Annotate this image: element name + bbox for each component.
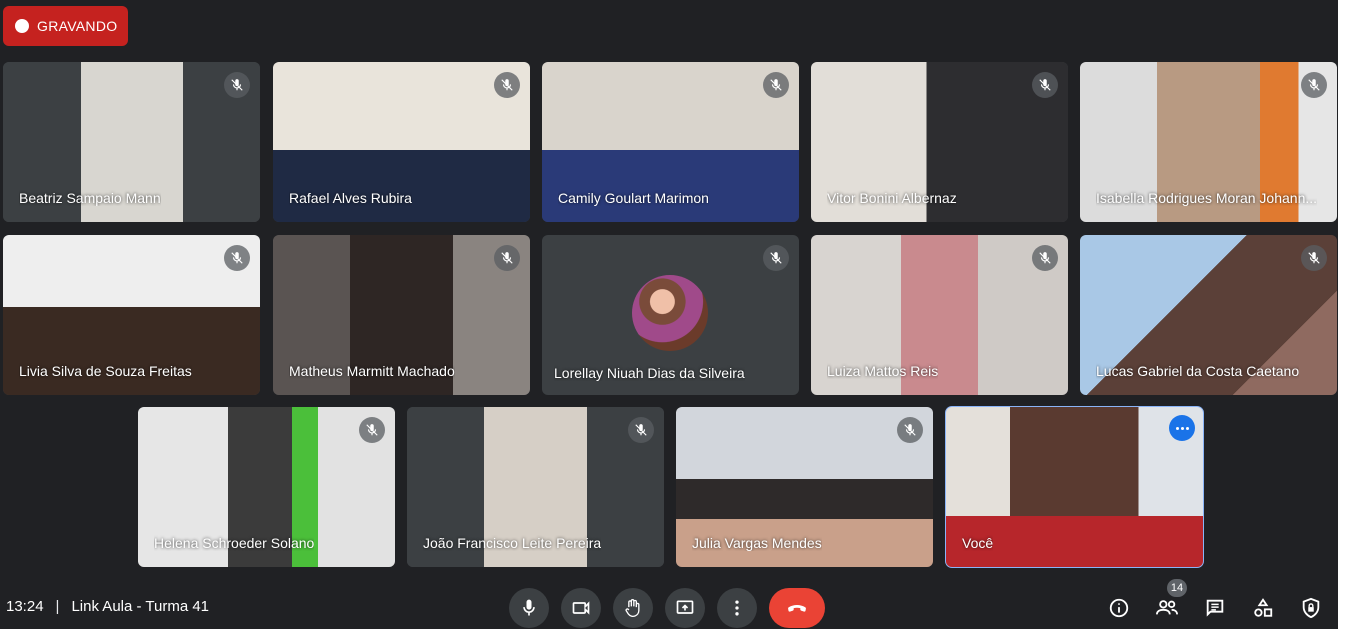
- more-vert-icon: [735, 600, 739, 616]
- chat-button[interactable]: [1201, 594, 1229, 622]
- mic-off-icon: [1032, 245, 1058, 271]
- participant-tile[interactable]: Beatriz Sampaio Mann: [3, 62, 260, 222]
- lock-icon: [1302, 597, 1320, 619]
- participant-tile[interactable]: Isabella Rodrigues Moran Johann...: [1080, 62, 1337, 222]
- participant-name: Vitor Bonini Albernaz: [827, 190, 957, 206]
- host-controls-button[interactable]: [1297, 594, 1325, 622]
- mic-off-icon: [1301, 72, 1327, 98]
- participant-name: Isabella Rodrigues Moran Johann...: [1096, 190, 1318, 206]
- people-button[interactable]: [1153, 594, 1181, 622]
- self-tile[interactable]: Você: [945, 406, 1204, 568]
- more-options-button[interactable]: [717, 588, 757, 628]
- participant-name: Você: [962, 535, 994, 551]
- separator: |: [55, 598, 60, 615]
- participant-name: João Francisco Leite Pereira: [423, 535, 602, 551]
- mic-button[interactable]: [509, 588, 549, 628]
- mic-off-icon: [494, 245, 520, 271]
- participant-tile[interactable]: Luiza Mattos Reis: [811, 235, 1068, 395]
- hangup-icon: [788, 605, 806, 612]
- raise-hand-button[interactable]: [613, 588, 653, 628]
- participant-tile[interactable]: Lorellay Niuah Dias da Silveira: [542, 235, 799, 395]
- participant-name: Julia Vargas Mendes: [692, 535, 822, 551]
- activities-button[interactable]: [1249, 594, 1277, 622]
- recording-label: GRAVANDO: [37, 18, 118, 34]
- mic-off-icon: [359, 417, 385, 443]
- mic-off-icon: [224, 245, 250, 271]
- participant-name: Helena Schroeder Solano: [154, 535, 315, 551]
- mic-off-icon: [628, 417, 654, 443]
- participant-tile[interactable]: João Francisco Leite Pereira: [407, 407, 664, 567]
- info-button[interactable]: [1105, 594, 1133, 622]
- mic-off-icon: [1301, 245, 1327, 271]
- clock: 13:24: [6, 598, 44, 615]
- people-icon: [1156, 600, 1178, 615]
- right-edge-strip: [1338, 0, 1357, 629]
- meeting-info: 13:24 | Link Aula - Turma 41: [6, 598, 209, 615]
- mic-off-icon: [897, 417, 923, 443]
- info-icon: [1109, 598, 1129, 618]
- more-options-button[interactable]: [1169, 415, 1195, 441]
- hangup-button[interactable]: [769, 588, 825, 628]
- meeting-title: Link Aula - Turma 41: [71, 598, 210, 615]
- mic-off-icon: [494, 72, 520, 98]
- participant-tile[interactable]: Camily Goulart Marimon: [542, 62, 799, 222]
- participant-tile[interactable]: Vitor Bonini Albernaz: [811, 62, 1068, 222]
- participant-name: Matheus Marmitt Machado: [289, 363, 455, 379]
- participant-name: Lucas Gabriel da Costa Caetano: [1096, 363, 1300, 379]
- participant-tile[interactable]: Julia Vargas Mendes: [676, 407, 933, 567]
- participant-tile[interactable]: Rafael Alves Rubira: [273, 62, 530, 222]
- present-icon: [676, 600, 694, 614]
- participant-tile[interactable]: Livia Silva de Souza Freitas: [3, 235, 260, 395]
- present-button[interactable]: [665, 588, 705, 628]
- mic-off-icon: [763, 72, 789, 98]
- participant-name: Beatriz Sampaio Mann: [19, 190, 161, 206]
- mic-off-icon: [1032, 72, 1058, 98]
- participant-tile[interactable]: Helena Schroeder Solano: [138, 407, 395, 567]
- camera-icon: [572, 601, 590, 615]
- participant-name: Rafael Alves Rubira: [289, 190, 412, 206]
- participant-name: Luiza Mattos Reis: [827, 363, 939, 379]
- record-dot-icon: [15, 19, 29, 33]
- participant-name: Livia Silva de Souza Freitas: [19, 363, 192, 379]
- camera-button[interactable]: [561, 588, 601, 628]
- mic-off-icon: [763, 245, 789, 271]
- mic-off-icon: [224, 72, 250, 98]
- participant-name: Lorellay Niuah Dias da Silveira: [554, 365, 745, 381]
- activities-icon: [1254, 598, 1273, 617]
- avatar: [632, 275, 708, 351]
- participant-tile[interactable]: Lucas Gabriel da Costa Caetano: [1080, 235, 1337, 395]
- participant-tile[interactable]: Matheus Marmitt Machado: [273, 235, 530, 395]
- participant-name: Camily Goulart Marimon: [558, 190, 709, 206]
- chat-icon: [1206, 599, 1224, 617]
- recording-badge: GRAVANDO: [3, 6, 128, 46]
- hand-icon: [625, 599, 640, 617]
- mic-icon: [523, 599, 535, 616]
